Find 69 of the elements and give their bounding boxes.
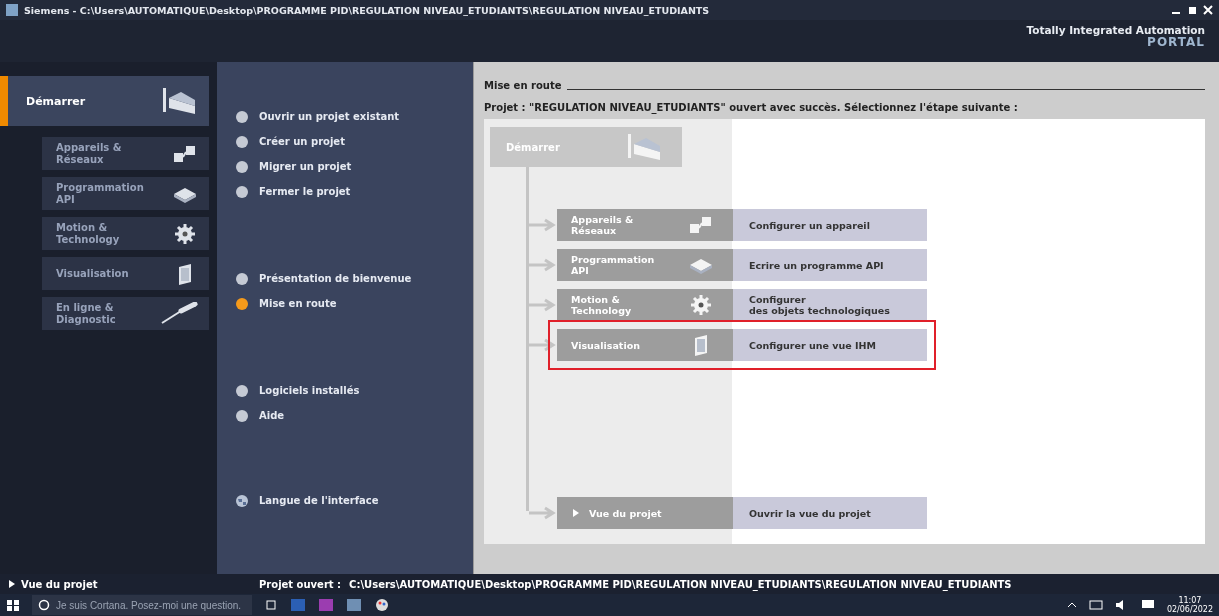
bullet-icon — [235, 109, 249, 124]
app-icon[interactable] — [290, 597, 306, 613]
close-icon[interactable] — [1203, 5, 1213, 15]
step-label: Appareils & Réseaux — [571, 214, 634, 236]
triangle-icon — [571, 508, 581, 518]
notification-icon[interactable] — [1140, 599, 1155, 611]
step-label: Visualisation — [571, 339, 640, 351]
step-action[interactable]: Configurer un appareil — [733, 209, 927, 241]
section-heading: Mise en route — [484, 79, 562, 91]
bullet-icon — [235, 296, 249, 311]
arrow-icon — [529, 298, 557, 312]
bullet-icon — [235, 159, 249, 174]
window-title: Siemens - C:\Users\AUTOMATIQUE\Desktop\PROGRAMME PID\REGULATION NIVEAU_ETUDIANTS\REGULATION NIVEAU_ETUDIANTS — [24, 4, 711, 16]
portal-nav-item[interactable]: Démarrer — [0, 76, 209, 126]
staircase-icon — [626, 132, 662, 162]
clock-time: 11:07 — [1178, 596, 1202, 605]
arrow-icon — [529, 258, 557, 272]
step-label: Vue du projet — [589, 507, 663, 519]
search-field[interactable]: Je suis Cortana. Posez-moi une question. — [32, 595, 252, 615]
task-view-icon[interactable] — [264, 598, 278, 612]
action-link[interactable]: Ouvrir un projet existant — [235, 104, 473, 129]
bullet-icon — [235, 271, 249, 286]
screwdriver-icon — [159, 301, 199, 326]
app-icon[interactable] — [346, 597, 362, 613]
restore-icon[interactable] — [1187, 5, 1197, 15]
arrow-icon — [529, 338, 557, 352]
bullet-icon — [235, 408, 249, 423]
globe-icon — [235, 493, 249, 508]
arrow-icon — [529, 218, 557, 232]
portal-nav-item[interactable]: Appareils & Réseaux — [42, 137, 209, 170]
step-label: Programmation API — [571, 254, 655, 276]
action-link[interactable]: Fermer le projet — [235, 179, 473, 204]
windows-icon[interactable] — [6, 598, 20, 612]
bullet-icon — [235, 184, 249, 199]
action-link[interactable]: Présentation de bienvenue — [235, 266, 473, 291]
portal-nav-item[interactable]: En ligne & Diagnostic — [42, 297, 209, 330]
bullet-icon — [235, 383, 249, 398]
action-link[interactable]: Logiciels installés — [235, 378, 473, 403]
action-link[interactable]: Mise en route — [235, 291, 473, 316]
step-action[interactable]: Configurer des objets technologiques — [733, 289, 927, 321]
chevron-up-icon[interactable] — [1066, 600, 1077, 610]
clock-date: 02/06/2022 — [1166, 605, 1213, 614]
app-logo-icon — [6, 4, 18, 16]
status-message: Projet : "REGULATION NIVEAU_ETUDIANTS" ouvert avec succès. Sélectionnez l'étape suivante : — [484, 102, 1019, 113]
action-link[interactable]: Aide — [235, 403, 473, 428]
step-action[interactable]: Ecrire un programme API — [733, 249, 927, 281]
circle-icon — [38, 599, 50, 611]
portal-nav-item[interactable]: Programmation API — [42, 177, 209, 210]
portal-nav-item[interactable]: Motion & Technology — [42, 217, 209, 250]
product-name: PORTAL — [1147, 36, 1205, 48]
status-label: Projet ouvert : — [259, 578, 342, 590]
staircase-icon — [161, 86, 197, 116]
action-link[interactable]: Créer un projet — [235, 129, 473, 154]
palette-icon[interactable] — [374, 597, 390, 613]
bullet-icon — [235, 134, 249, 149]
action-link[interactable]: Migrer un projet — [235, 154, 473, 179]
network-icon[interactable] — [1088, 599, 1103, 611]
project-view-link[interactable]: Vue du projet — [0, 578, 217, 590]
step-action[interactable]: Ouvrir la vue du projet — [733, 497, 927, 529]
app-icon[interactable] — [318, 597, 334, 613]
start-label: Démarrer — [506, 141, 560, 153]
step-action[interactable]: Configurer une vue IHM — [733, 329, 927, 361]
step-label: Motion & Technology — [571, 294, 632, 316]
portal-nav-item[interactable]: Visualisation — [42, 257, 209, 290]
triangle-icon — [8, 579, 16, 588]
action-link[interactable]: Langue de l'interface — [235, 488, 473, 513]
project-path: C:\Users\AUTOMATIQUE\Desktop\PROGRAMME PID\REGULATION NIVEAU_ETUDIANTS\REGULATION NIVEAU_ETUDIANTS — [349, 578, 1012, 590]
arrow-icon — [529, 506, 557, 520]
brand-title: Totally Integrated Automation — [1026, 24, 1205, 36]
